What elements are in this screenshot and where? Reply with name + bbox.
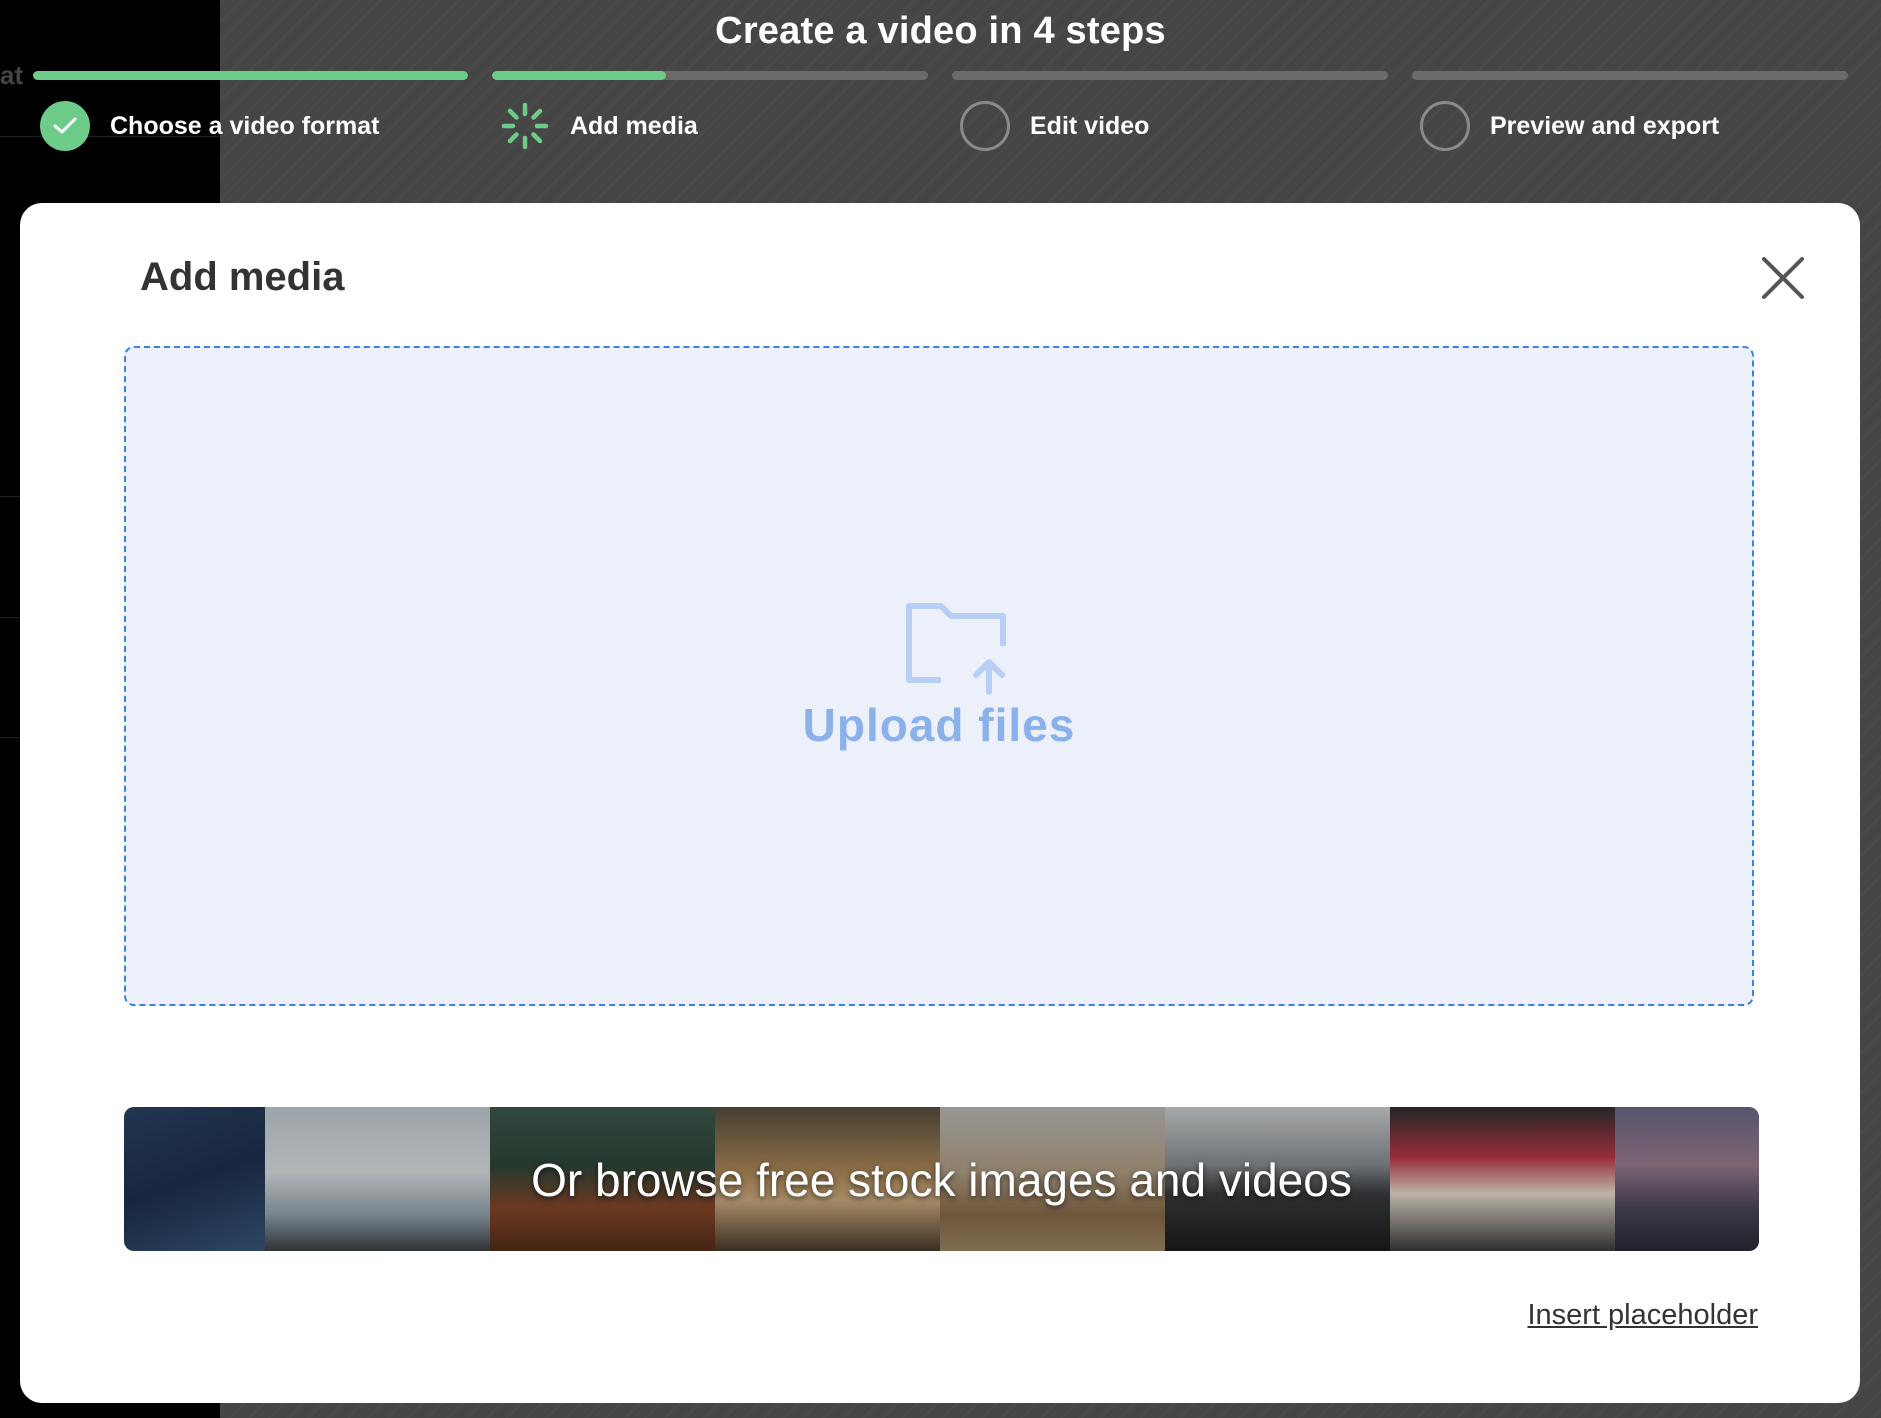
step-progress-bar-3: [952, 71, 1388, 80]
insert-placeholder-link[interactable]: Insert placeholder: [1527, 1299, 1758, 1332]
step-label: Choose a video format: [110, 111, 380, 140]
step-progress-bar-1: [33, 71, 468, 80]
step-edit-video[interactable]: Edit video: [960, 100, 1149, 152]
empty-circle-icon: [1420, 101, 1470, 151]
step-preview-export[interactable]: Preview and export: [1420, 100, 1719, 152]
add-media-modal: Add media Upload files Or browse free st…: [20, 203, 1860, 1403]
step-add-media[interactable]: Add media: [500, 100, 698, 152]
empty-circle-icon: [960, 101, 1010, 151]
step-progress-bar-2: [492, 71, 928, 80]
step-progress-fill-1: [33, 71, 468, 80]
close-button[interactable]: [1755, 250, 1811, 306]
step-progress-bar-4: [1412, 71, 1848, 80]
modal-title: Add media: [140, 255, 345, 299]
check-icon: [40, 101, 90, 151]
browse-stock-banner[interactable]: Or browse free stock images and videos: [124, 1107, 1759, 1251]
step-choose-format[interactable]: Choose a video format: [40, 100, 380, 152]
folder-upload-icon: [906, 603, 1006, 695]
upload-files-label: Upload files: [802, 699, 1076, 751]
step-label: Preview and export: [1490, 111, 1720, 140]
step-label: Edit video: [1030, 111, 1150, 140]
close-icon: [1762, 257, 1804, 299]
step-label: Add media: [570, 111, 698, 140]
step-progress-fill-2: [492, 71, 667, 80]
spinner-icon: [500, 101, 550, 151]
browse-stock-label: Or browse free stock images and videos: [531, 1154, 1352, 1206]
upload-dropzone[interactable]: Upload files: [124, 346, 1754, 1006]
background-sidebar-text: at: [0, 60, 24, 90]
steps-title: Create a video in 4 steps: [715, 10, 1166, 52]
